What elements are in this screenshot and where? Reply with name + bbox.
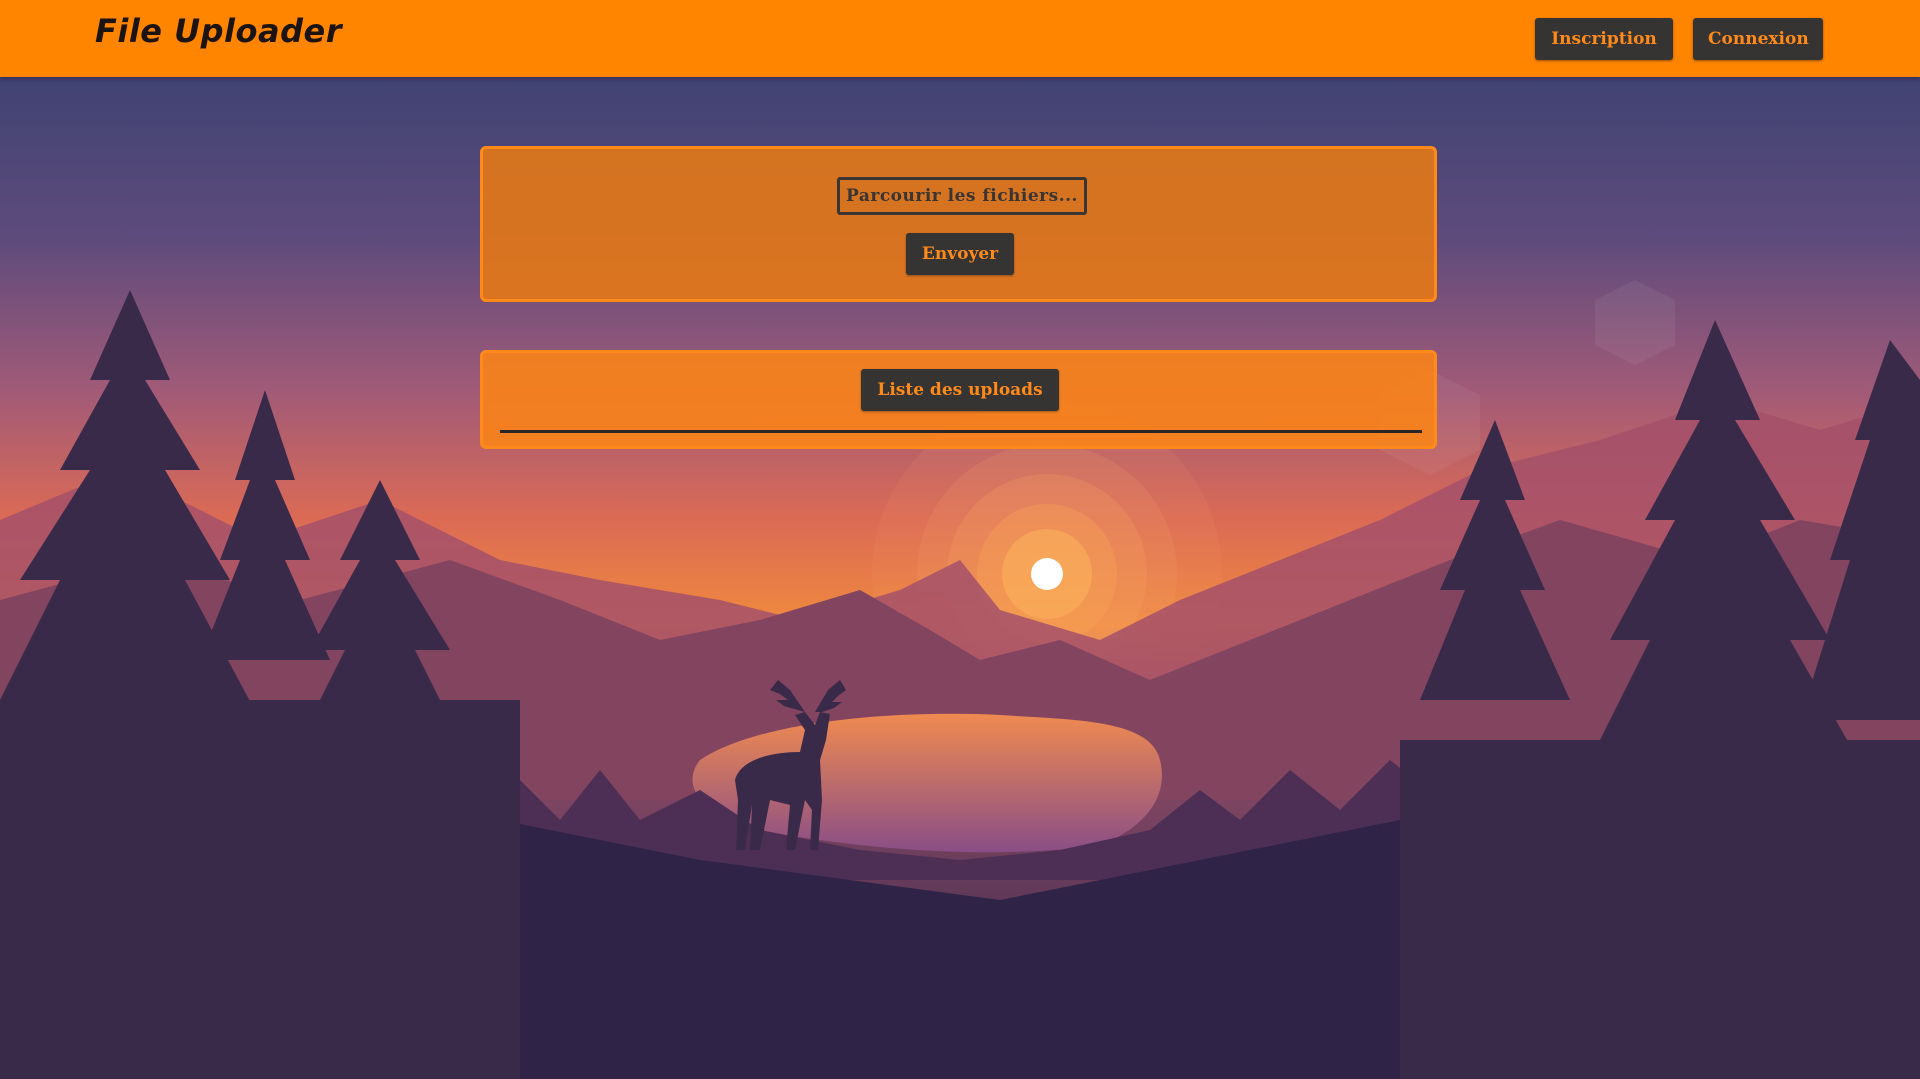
uploads-list-button[interactable]: Liste des uploads: [861, 369, 1059, 411]
upload-panel: Parcourir les fichiers... Envoyer: [480, 146, 1437, 302]
top-navbar: File Uploader Inscription Connexion: [0, 0, 1920, 77]
register-button[interactable]: Inscription: [1535, 18, 1673, 60]
app-title: File Uploader: [95, 12, 342, 50]
send-button[interactable]: Envoyer: [906, 233, 1014, 275]
uploads-list-panel: Liste des uploads: [480, 350, 1437, 449]
browse-files-button[interactable]: Parcourir les fichiers...: [837, 177, 1087, 215]
login-button[interactable]: Connexion: [1693, 18, 1823, 60]
uploads-list-divider: [500, 430, 1422, 433]
